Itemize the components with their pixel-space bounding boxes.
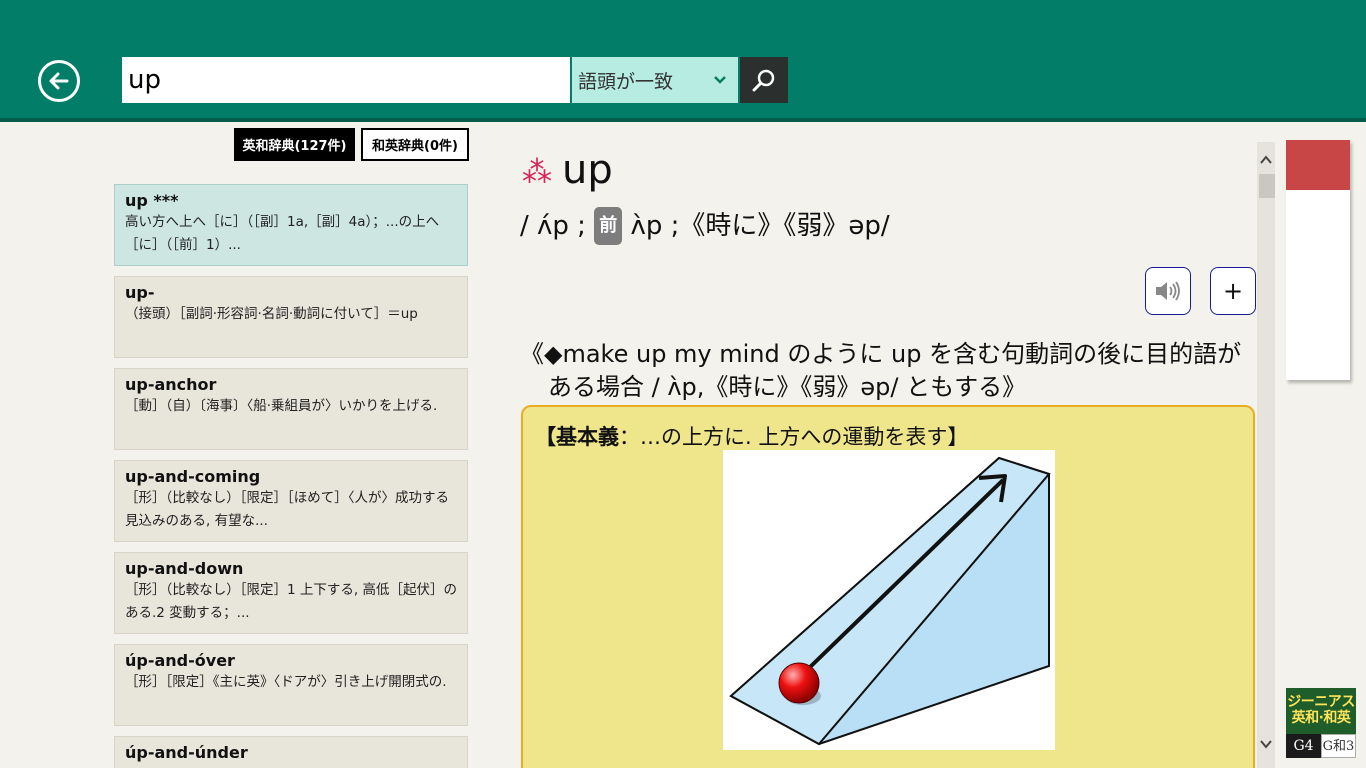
result-item[interactable]: úp‐and‐únder [114, 736, 468, 768]
search-input[interactable] [122, 57, 570, 103]
ramp-illustration [729, 456, 1051, 746]
logo-line1: ジーニアス [1287, 694, 1355, 710]
result-headword: up‐ [125, 283, 155, 302]
bookmark-panel[interactable] [1286, 140, 1350, 380]
result-item[interactable]: up‐and‐coming ［形］（比較なし）［限定］［ほめて］〈人が〉成功する… [114, 460, 468, 542]
frequency-star-icon: ⁂ [522, 155, 552, 190]
result-summary: ［形］［限定］《主に英》〈ドアが〉引き上げ開閉式の. [125, 674, 447, 690]
header-divider [0, 118, 1366, 122]
result-item[interactable]: úp‐and‐óver ［形］［限定］《主に英》〈ドアが〉引き上げ開閉式の. [114, 644, 468, 726]
match-mode-label: 語頭が一致 [578, 70, 674, 93]
pronunciation-secondary: ʌ̀p ;《時に》《弱》əp/ [630, 211, 890, 241]
pronunciation-primary: / ʌ́p ; [520, 211, 586, 241]
scroll-down-icon[interactable] [1258, 736, 1274, 752]
core-meaning-label: 【基本義 [535, 425, 619, 449]
result-headword: up‐and‐coming [125, 467, 261, 486]
chevron-down-icon [714, 76, 726, 84]
logo-g3-badge: G和3 [1321, 734, 1356, 758]
result-item[interactable]: up *** 高い方へ上へ［に］（［副］1a,［副］4a）；...の上へ［に］（… [114, 184, 468, 266]
scrollbar-thumb[interactable] [1259, 174, 1275, 198]
result-headword: úp‐and‐óver [125, 651, 235, 670]
tab-english-japanese[interactable]: 英和辞典(127件) [234, 128, 355, 161]
result-item[interactable]: up‐anchor ［動］（自）〔海事〕〈船·乗組員が〉いかりを上げる. [114, 368, 468, 450]
usage-note: 《◆make up my mind のように up を含む句動詞の後に目的語があ… [520, 340, 1242, 401]
result-headword: up‐and‐down [125, 559, 244, 578]
back-button[interactable] [38, 60, 80, 102]
logo-line2: 英和·和英 [1291, 710, 1351, 726]
match-mode-select[interactable]: 語頭が一致 [572, 57, 738, 103]
app-logo: ジーニアス 英和·和英 G4 G和3 [1286, 688, 1356, 758]
result-headword: úp‐and‐únder [125, 743, 248, 762]
result-summary: ［形］（比較なし）［限定］［ほめて］〈人が〉成功する見込みのある, 有望な... [125, 490, 449, 529]
preposition-badge: 前 [594, 207, 623, 245]
entry-scrollbar[interactable] [1257, 142, 1275, 768]
result-item[interactable]: up‐and‐down ［形］（比較なし）［限定］1 上下する, 高低［起伏］の… [114, 552, 468, 634]
result-headword: up‐anchor [125, 375, 217, 394]
entry-headword: up [562, 147, 613, 193]
core-meaning-illustration [723, 450, 1055, 750]
result-summary: ［動］（自）〔海事〕〈船·乗組員が〉いかりを上げる. [125, 398, 438, 414]
search-button[interactable] [740, 57, 788, 103]
result-summary: ［形］（比較なし）［限定］1 上下する, 高低［起伏］のある.2 変動する；..… [125, 582, 457, 621]
bookmark-marker[interactable] [1286, 140, 1350, 190]
speaker-icon [1156, 281, 1180, 301]
result-summary: 高い方へ上へ［に］（［副］1a,［副］4a）；...の上へ［に］（［前］1）..… [125, 214, 440, 253]
magnifier-icon [752, 69, 775, 92]
arrow-left-icon [49, 72, 69, 90]
add-bookmark-button[interactable]: + [1210, 267, 1256, 315]
result-headword: up *** [125, 191, 179, 210]
tab-japanese-english[interactable]: 和英辞典(0件) [361, 128, 469, 161]
logo-title: ジーニアス 英和·和英 [1286, 688, 1356, 734]
logo-g4-badge: G4 [1286, 734, 1321, 758]
core-meaning-panel: 【基本義：…の上方に. 上方への運動を表す】 [521, 405, 1255, 768]
result-summary: （接頭）［副詞·形容詞·名詞·動詞に付いて］＝up [125, 306, 418, 322]
play-audio-button[interactable] [1145, 267, 1191, 315]
core-meaning-title: 【基本義：…の上方に. 上方への運動を表す】 [535, 423, 968, 451]
core-meaning-text: ：…の上方に. 上方への運動を表す】 [619, 425, 969, 449]
pronunciation: / ʌ́p ; 前 ʌ̀p ;《時に》《弱》əp/ [520, 207, 890, 245]
result-item[interactable]: up‐ （接頭）［副詞·形容詞·名詞·動詞に付いて］＝up [114, 276, 468, 358]
scroll-up-icon[interactable] [1258, 152, 1274, 168]
